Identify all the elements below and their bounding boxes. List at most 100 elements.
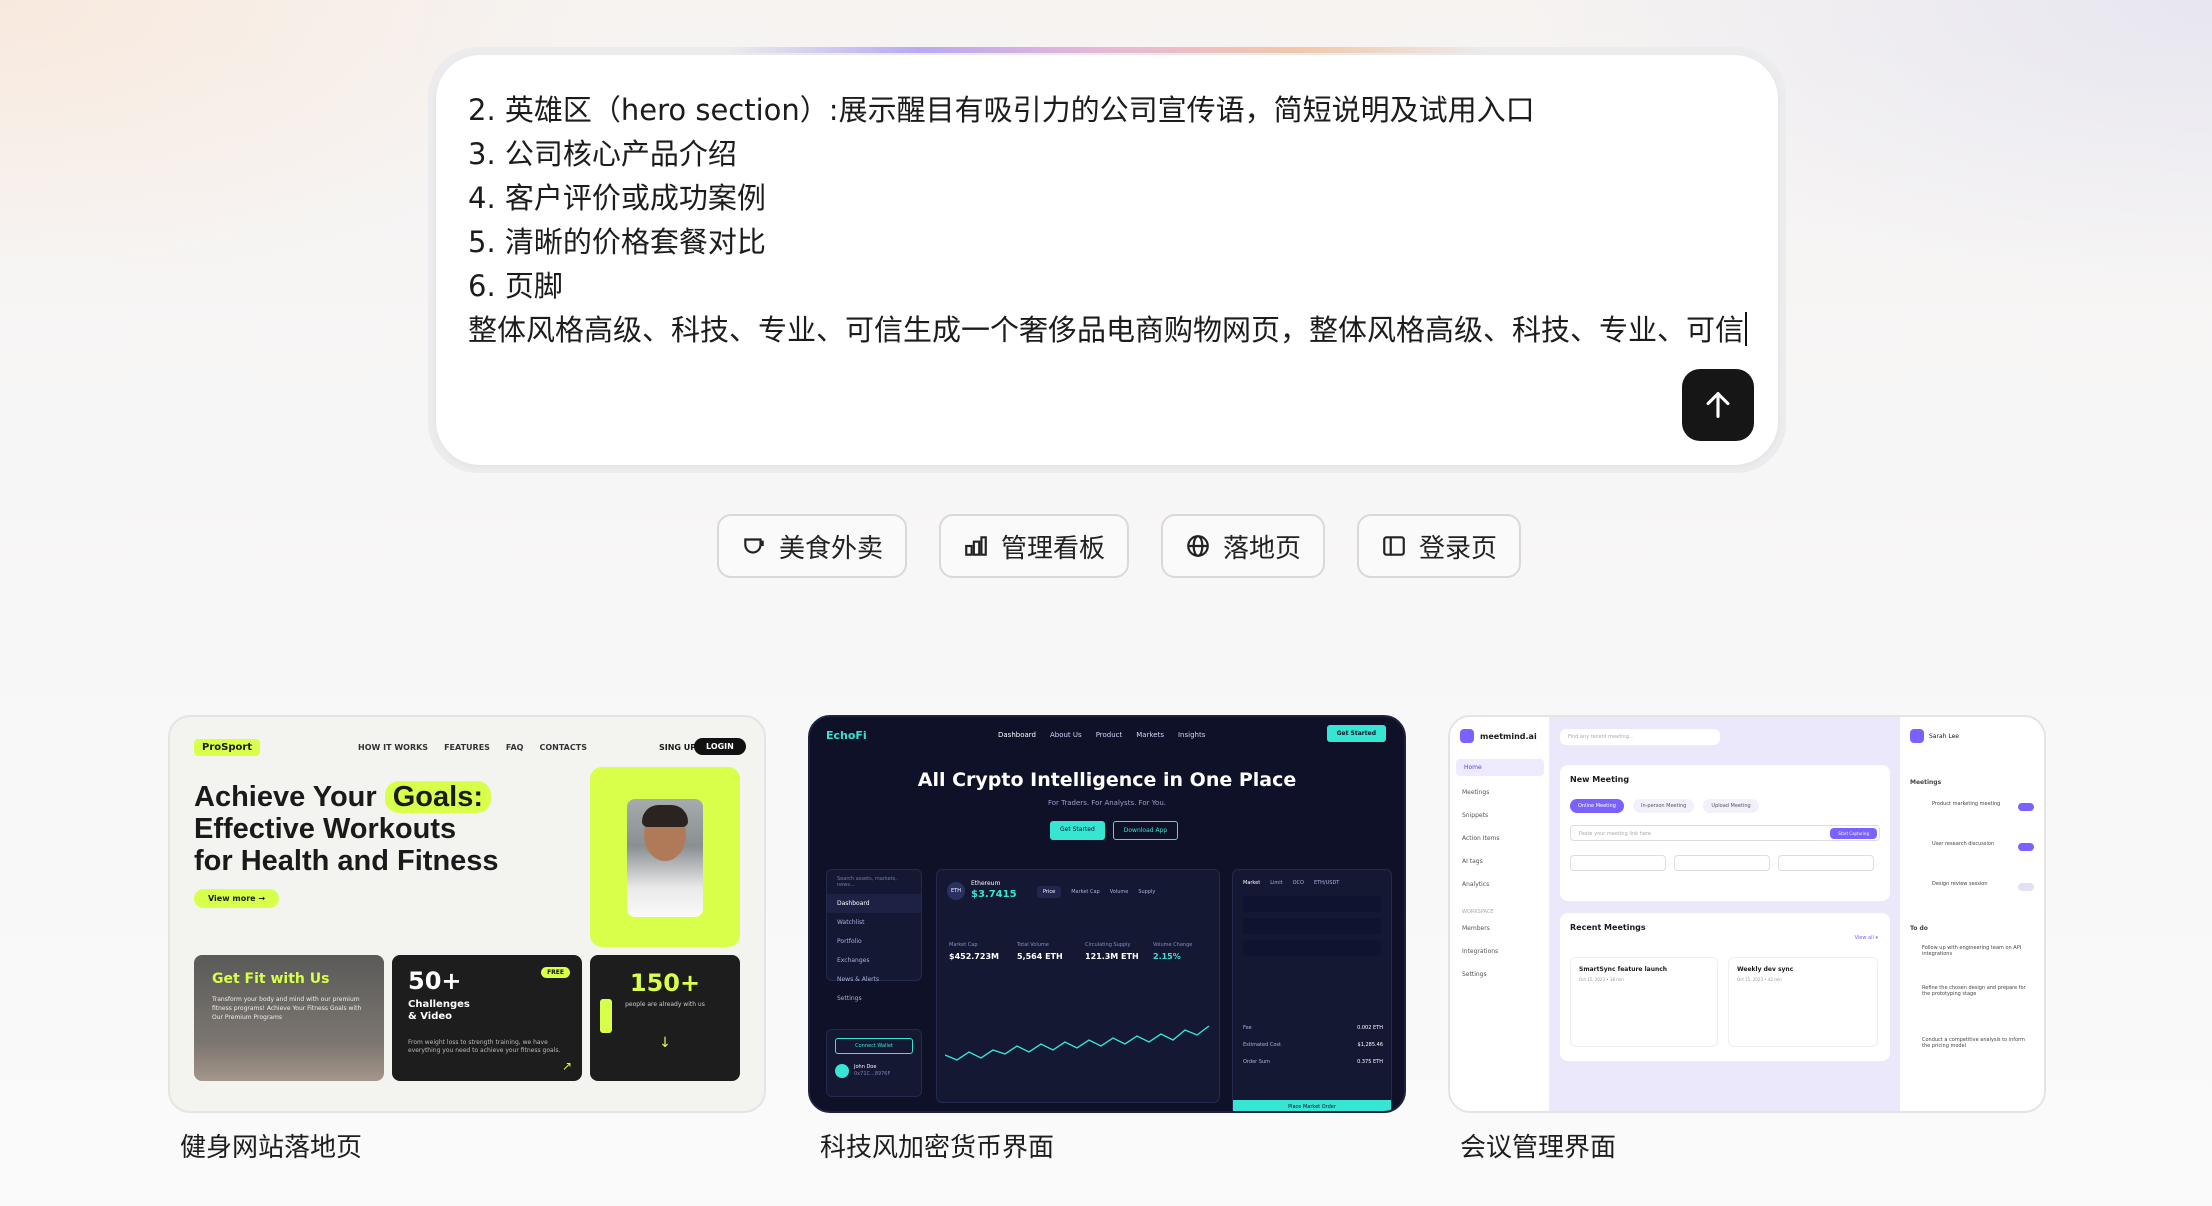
chart-panel: ETH Ethereum $3.7415 Price Market Cap Vo… <box>936 869 1220 1103</box>
box-text: people are already with us <box>625 1001 705 1008</box>
fitness-preview[interactable]: ProSport HOW IT WORKS FEATURES FAQ CONTA… <box>168 715 766 1113</box>
avatar <box>835 1064 849 1078</box>
free-badge: FREE <box>541 967 570 978</box>
order-tab: OCO <box>1292 880 1304 886</box>
prompt-line: 5. 清晰的价格套餐对比 <box>468 225 766 259</box>
arrow-up-right-icon: ↗ <box>561 1059 572 1073</box>
preview-headline: All Crypto Intelligence in One Place <box>917 769 1297 791</box>
meeting-pill: Online Meeting <box>1570 799 1624 813</box>
preview-sidebar: meetmind.ai Home Meetings Snippets Actio… <box>1450 717 1550 1111</box>
order-input <box>1243 918 1381 934</box>
sidebar-item: Home <box>1456 759 1544 776</box>
headline-highlight: Goals: <box>384 781 491 813</box>
preview-search: Find any recent meeting... <box>1560 729 1720 745</box>
chart-tab: Supply <box>1138 889 1156 895</box>
prompt-line-text: 整体风格高级、科技、专业、可信生成一个奢侈品电商购物网页，整体风格高级、科技、专… <box>468 313 1745 347</box>
box-text: Transform your body and mind with our pr… <box>212 996 362 1021</box>
template-card-meeting[interactable]: meetmind.ai Home Meetings Snippets Actio… <box>1448 715 2046 1164</box>
nav-item: FEATURES <box>444 743 490 752</box>
order-value: 0.375 ETH <box>1357 1059 1383 1065</box>
sidebar-item: Meetings <box>1462 789 1490 796</box>
sidebar-item: Snippets <box>1462 812 1489 819</box>
todo-item: Refine the chosen design and prepare for… <box>1922 985 2026 997</box>
preview-nav: Dashboard About Us Product Markets Insig… <box>998 731 1205 739</box>
order-tab: Limit <box>1270 880 1283 886</box>
chart-tab: Price <box>1037 886 1062 898</box>
order-tab: Market <box>1243 880 1261 886</box>
user-name: John Doe <box>854 1064 877 1070</box>
order-key: Order Sum <box>1243 1059 1271 1065</box>
price-line-chart <box>945 1025 1210 1061</box>
sidebar-item: Portfolio <box>837 938 862 945</box>
order-key: Fee <box>1243 1025 1252 1031</box>
headline-part: for Health and Fitness <box>194 845 499 877</box>
prompt-input[interactable]: 2. 英雄区（hero section）:展示醒目有吸引力的公司宣传语，简短说明… <box>436 55 1778 465</box>
box-title: New Meeting <box>1570 775 1630 784</box>
nav-item: CONTACTS <box>539 743 587 752</box>
preview-cta: Get Started <box>1326 725 1386 742</box>
stat: Circulating Supply 121.3M ETH <box>1085 942 1139 961</box>
preview-buttons: Get Started Download App <box>1050 821 1179 840</box>
prompt-line: 2. 英雄区（hero section）:展示醒目有吸引力的公司宣传语，简短说明… <box>468 93 1535 127</box>
nav-item: Product <box>1095 731 1123 739</box>
sidebar-item: Settings <box>837 995 862 1002</box>
toggle <box>2018 803 2034 811</box>
brand-logo-icon <box>1460 729 1474 743</box>
meeting-pill: In-person Meeting <box>1632 799 1695 813</box>
stat-value: 121.3M ETH <box>1085 952 1139 961</box>
order-key: Estimated Cost <box>1243 1042 1281 1048</box>
box-title: Get Fit with Us <box>212 971 330 987</box>
preview-headline: Achieve Your Goals: Effective Workouts f… <box>194 781 499 877</box>
form-field <box>1570 855 1666 871</box>
portrait <box>627 799 703 917</box>
box-title: Recent Meetings <box>1570 923 1646 932</box>
sidebar-section: WORKSPACE <box>1462 909 1494 915</box>
chip-food-delivery[interactable]: 美食外卖 <box>717 514 908 578</box>
chip-login-page[interactable]: 登录页 <box>1357 514 1522 578</box>
sidebar-item: Exchanges <box>837 957 870 964</box>
sidebar-item: Dashboard <box>827 894 921 913</box>
stat-value: $452.723M <box>949 952 999 961</box>
sidebar-item: Action Items <box>1462 835 1500 842</box>
get-fit-box: Get Fit with Us Transform your body and … <box>194 955 384 1081</box>
sidebar-search: Search assets, markets, news... <box>837 876 897 888</box>
send-button[interactable] <box>1682 369 1754 441</box>
preview-login: LOGIN <box>694 738 746 755</box>
suggestion-chips: 美食外卖 管理看板 落地页 登录页 <box>717 514 1522 578</box>
prompt-line: 4. 客户评价或成功案例 <box>468 181 766 215</box>
arrow-down-icon: ↓ <box>659 1035 671 1051</box>
coin-name: Ethereum <box>971 880 1001 887</box>
box-text: From weight loss to strength training, w… <box>408 1039 561 1054</box>
nav-item: HOW IT WORKS <box>358 743 429 752</box>
sidebar-item: Settings <box>1462 971 1487 978</box>
preview-right-panel: Sarah Lee Meetings Product marketing mee… <box>1900 717 2044 1111</box>
template-card-crypto[interactable]: EchoFi Dashboard About Us Product Market… <box>808 715 1406 1164</box>
order-panel: Market Limit OCO ETH/USDT Fee 0.002 ETH E… <box>1232 869 1392 1111</box>
crypto-preview[interactable]: EchoFi Dashboard About Us Product Market… <box>808 715 1406 1113</box>
nav-item: FAQ <box>505 743 524 752</box>
stat-key: Market Cap <box>949 942 978 948</box>
connect-wallet: Connect Wallet <box>835 1038 913 1054</box>
chip-dashboard[interactable]: 管理看板 <box>939 514 1130 578</box>
nav-item: Markets <box>1136 731 1164 739</box>
view-all-link: View all ▾ <box>1854 935 1878 941</box>
avatar <box>1910 729 1924 743</box>
place-order-button: Place Market Order <box>1233 1100 1391 1111</box>
card-label: 会议管理界面 <box>1460 1133 1617 1163</box>
box-number: 150+ <box>629 969 701 997</box>
start-button: Start Capturing <box>1830 828 1877 839</box>
meeting-title: Weekly dev sync <box>1737 966 1794 973</box>
template-card-fitness[interactable]: ProSport HOW IT WORKS FEATURES FAQ CONTA… <box>168 715 766 1164</box>
headline-part: Effective Workouts <box>194 813 457 845</box>
prompt-container: 2. 英雄区（hero section）:展示醒目有吸引力的公司宣传语，简短说明… <box>428 47 1786 473</box>
trainer-photo <box>590 767 740 947</box>
chip-label: 管理看板 <box>1001 533 1106 564</box>
eth-badge: ETH <box>947 882 965 900</box>
nav-item: Insights <box>1177 731 1206 739</box>
preview-subtitle: For Traders. For Analysts. For You. <box>1047 799 1166 807</box>
chip-landing-page[interactable]: 落地页 <box>1161 514 1326 578</box>
meeting-preview[interactable]: meetmind.ai Home Meetings Snippets Actio… <box>1448 715 2046 1113</box>
order-value: 0.002 ETH <box>1357 1025 1383 1031</box>
meeting-pill: Upload Meeting <box>1703 799 1759 813</box>
coin-price: $3.7415 <box>971 889 1017 900</box>
